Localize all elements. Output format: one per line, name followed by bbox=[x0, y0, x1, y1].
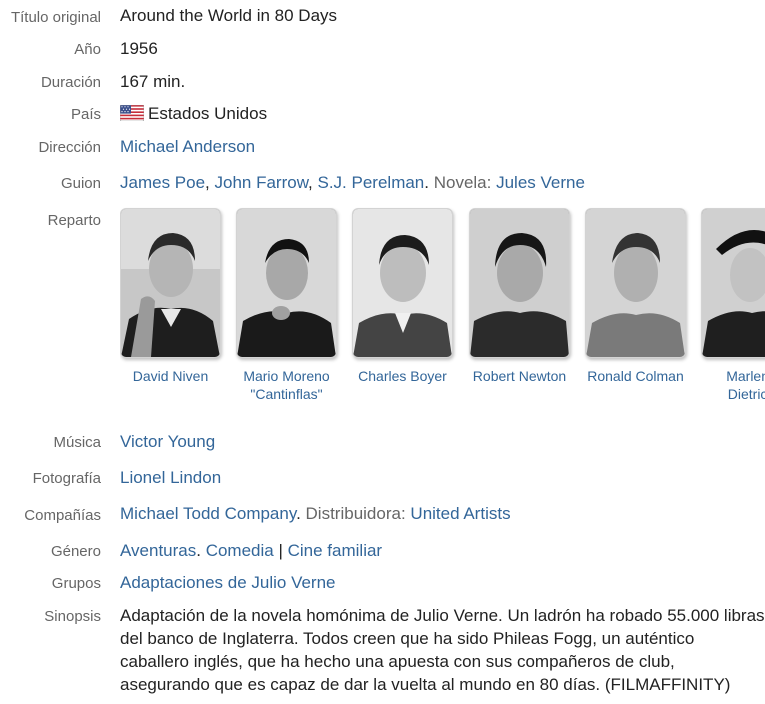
label-groups: Grupos bbox=[51, 575, 101, 592]
distributor-link[interactable]: United Artists bbox=[410, 504, 510, 523]
actor-name-line1[interactable]: Marlene bbox=[726, 368, 765, 384]
genre-link-1[interactable]: Aventuras bbox=[120, 541, 196, 560]
producer-link[interactable]: Michael Todd Company bbox=[120, 504, 296, 523]
writer-link-1[interactable]: James Poe bbox=[120, 173, 205, 192]
separator-comma: , bbox=[308, 173, 318, 192]
country-row: Estados Unidos bbox=[119, 104, 268, 126]
separator-period: . bbox=[296, 504, 306, 523]
label-music: Música bbox=[53, 434, 101, 451]
genre-link-3[interactable]: Cine familiar bbox=[288, 541, 382, 560]
actor-name[interactable]: Ronald Colman bbox=[570, 367, 701, 385]
duration-value: 167 min. bbox=[120, 72, 186, 91]
label-synopsis: Sinopsis bbox=[44, 608, 101, 625]
director-link[interactable]: Michael Anderson bbox=[120, 137, 255, 156]
photography-link[interactable]: Lionel Lindon bbox=[120, 468, 221, 487]
photography-row: Lionel Lindon bbox=[120, 468, 221, 488]
country-name: Estados Unidos bbox=[148, 104, 268, 123]
actor-photo[interactable] bbox=[120, 208, 221, 358]
actor-name[interactable]: Charles Boyer bbox=[337, 367, 468, 385]
groups-link[interactable]: Adaptaciones de Julio Verne bbox=[120, 573, 336, 592]
actor-name[interactable]: Robert Newton bbox=[454, 367, 585, 385]
actor-name-line1[interactable]: Mario Moreno bbox=[243, 368, 329, 384]
actor-name[interactable]: Mario Moreno "Cantinflas" bbox=[221, 367, 352, 403]
separator-comma: , bbox=[205, 173, 215, 192]
genre-row: Aventuras. Comedia | Cine familiar bbox=[120, 541, 382, 561]
novel-label: Novela: bbox=[433, 173, 492, 192]
actor-name-line2[interactable]: Dietrich bbox=[728, 386, 765, 402]
script-row: James Poe, John Farrow, S.J. Perelman. N… bbox=[120, 173, 585, 193]
actor-name-line1[interactable]: Charles Boyer bbox=[358, 368, 447, 384]
director-row: Michael Anderson bbox=[120, 137, 255, 157]
writer-link-2[interactable]: John Farrow bbox=[215, 173, 309, 192]
actor-name-line2[interactable]: "Cantinflas" bbox=[250, 386, 322, 402]
separator-pipe: | bbox=[273, 541, 288, 560]
label-cast: Reparto bbox=[47, 212, 101, 229]
label-year: Año bbox=[74, 41, 101, 58]
actor-photo[interactable] bbox=[701, 208, 765, 358]
label-direction: Dirección bbox=[38, 139, 101, 156]
distributor-label: Distribuidora: bbox=[305, 504, 406, 523]
groups-row: Adaptaciones de Julio Verne bbox=[120, 573, 336, 593]
label-country: País bbox=[70, 106, 101, 123]
writer-link-3[interactable]: S.J. Perelman bbox=[318, 173, 425, 192]
novel-author-link[interactable]: Jules Verne bbox=[496, 173, 585, 192]
label-genre: Género bbox=[50, 543, 101, 560]
synopsis-text: Adaptación de la novela homónima de Juli… bbox=[120, 606, 765, 694]
genre-link-2[interactable]: Comedia bbox=[206, 541, 274, 560]
year-value: 1956 bbox=[120, 39, 158, 58]
label-duration: Duración bbox=[40, 74, 101, 91]
separator-period: . bbox=[196, 541, 206, 560]
us-flag-icon bbox=[119, 104, 145, 126]
actor-photo[interactable] bbox=[469, 208, 570, 358]
actor-photo[interactable] bbox=[236, 208, 337, 358]
music-link[interactable]: Victor Young bbox=[120, 432, 215, 451]
label-photography: Fotografía bbox=[32, 470, 101, 487]
actor-photo[interactable] bbox=[585, 208, 686, 358]
actor-name-line1[interactable]: Ronald Colman bbox=[587, 368, 684, 384]
label-script: Guion bbox=[60, 175, 101, 192]
actor-name-line1[interactable]: Robert Newton bbox=[473, 368, 566, 384]
actor-name[interactable]: David Niven bbox=[120, 367, 236, 385]
actor-name-line1[interactable]: David Niven bbox=[133, 368, 208, 384]
cast-carousel: David Niven Mario Moreno "Cantinflas" Cha bbox=[120, 207, 765, 407]
label-companies: Compañías bbox=[24, 507, 101, 524]
companies-row: Michael Todd Company. Distribuidora: Uni… bbox=[120, 504, 511, 524]
actor-name[interactable]: Marlene Dietrich bbox=[686, 367, 765, 403]
original-title-value: Around the World in 80 Days bbox=[120, 6, 338, 25]
actor-photo[interactable] bbox=[352, 208, 453, 358]
separator-period: . bbox=[424, 173, 434, 192]
music-row: Victor Young bbox=[120, 432, 215, 452]
label-original-title: Título original bbox=[10, 9, 101, 26]
